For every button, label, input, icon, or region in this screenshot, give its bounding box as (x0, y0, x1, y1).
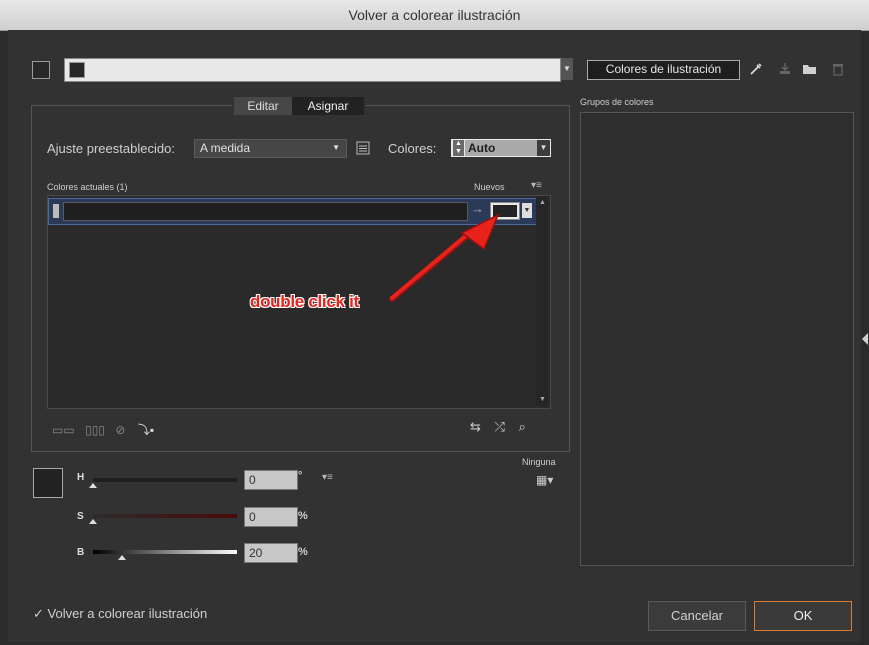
preset-label: Ajuste preestablecido: (47, 141, 175, 156)
color-group-name-field[interactable] (64, 58, 561, 82)
colors-value[interactable]: Auto (465, 140, 538, 156)
group-dropdown-arrow[interactable]: ▼ (561, 58, 573, 80)
b-unit: % (298, 546, 308, 558)
list-tools-right: ⇆ ⤮ ⌕ (470, 419, 526, 435)
s-slider-thumb[interactable] (89, 519, 97, 524)
s-value-input[interactable]: 0 (244, 507, 298, 527)
new-row-icon[interactable]: ⤵▪ (138, 423, 154, 437)
current-colors-header: Colores actuales (1) (47, 182, 128, 192)
list-menu-icon[interactable]: ▾≡ (531, 180, 542, 191)
color-groups-header: Grupos de colores (580, 97, 654, 107)
checkbox-check-icon[interactable]: ✓ (33, 606, 44, 621)
h-value-input[interactable]: 0 (244, 470, 298, 490)
active-color-swatch[interactable] (33, 468, 63, 498)
trash-icon[interactable] (832, 62, 844, 76)
colors-label: Colores: (388, 141, 437, 156)
preset-options-icon[interactable] (356, 141, 370, 155)
recolor-checkbox-label: Volver a colorear ilustración (47, 606, 208, 621)
h-unit: ° (298, 470, 303, 482)
annotation-arrow (389, 213, 500, 302)
color-library-icon[interactable]: ▦▾ (536, 473, 553, 487)
ok-button[interactable]: OK (754, 601, 852, 631)
separate-colors-icon[interactable]: ▯▯▯ (85, 423, 105, 437)
cancel-button[interactable]: Cancelar (648, 601, 746, 631)
tab-asignar[interactable]: Asignar (292, 97, 364, 115)
tab-editar[interactable]: Editar (234, 97, 292, 115)
h-slider-thumb[interactable] (89, 483, 97, 488)
find-color-icon[interactable]: ⌕ (519, 419, 526, 434)
row-grip-icon[interactable] (53, 204, 59, 218)
list-scrollbar[interactable]: ▲ ▼ (536, 196, 548, 406)
stepper-arrows-icon[interactable]: ▲ ▼ (453, 140, 464, 156)
title-bar: Volver a colorear ilustración (0, 0, 869, 31)
scroll-down-icon[interactable]: ▼ (539, 396, 546, 403)
save-group-icon[interactable] (778, 62, 792, 76)
artwork-colors-button[interactable]: Colores de ilustración (587, 60, 740, 80)
recolor-checkbox[interactable]: ✓ Volver a colorear ilustración (33, 606, 207, 622)
s-unit: % (298, 510, 308, 522)
window-title: Volver a colorear ilustración (348, 7, 521, 23)
eyedropper-icon[interactable] (748, 61, 764, 77)
preset-dropdown[interactable]: A medida ▼ (194, 139, 347, 158)
b-slider-thumb[interactable] (117, 555, 126, 560)
colors-dropdown-arrow[interactable]: ▼ (537, 140, 550, 156)
h-slider-track[interactable] (93, 478, 237, 482)
new-color-menu-arrow[interactable]: ▼ (522, 203, 532, 218)
b-value-input[interactable]: 20 (244, 543, 298, 563)
annotation-text: double click it (250, 292, 359, 311)
none-label: Ninguna (522, 457, 556, 467)
s-slider-track[interactable] (93, 514, 237, 518)
color-groups-list (580, 112, 854, 566)
folder-icon[interactable] (802, 62, 818, 76)
b-label: B (77, 547, 85, 558)
b-slider-track[interactable] (93, 550, 237, 554)
colors-stepper[interactable]: ▲ ▼ Auto ▼ (451, 139, 551, 157)
preset-value: A medida (200, 141, 251, 155)
h-label: H (77, 472, 85, 483)
random-order-icon[interactable]: ⇆ (470, 419, 481, 434)
group-color-swatch (69, 62, 85, 78)
panel-collapse-icon[interactable] (862, 333, 868, 345)
list-tools-left: ▭▭ ▯▯▯ ⊘ ⤵▪ (52, 421, 154, 439)
chevron-down-icon: ▼ (332, 143, 340, 152)
artwork-swatch-toggle[interactable] (32, 61, 50, 79)
new-colors-header: Nuevos (474, 182, 505, 192)
s-label: S (77, 511, 84, 522)
color-mode-menu-icon[interactable]: ▾≡ (322, 472, 333, 483)
exclude-colors-icon[interactable]: ⊘ (115, 423, 125, 437)
scroll-up-icon[interactable]: ▲ (539, 199, 546, 206)
merge-colors-icon[interactable]: ▭▭ (52, 423, 75, 437)
random-saturation-icon[interactable]: ⤮ (495, 419, 505, 434)
